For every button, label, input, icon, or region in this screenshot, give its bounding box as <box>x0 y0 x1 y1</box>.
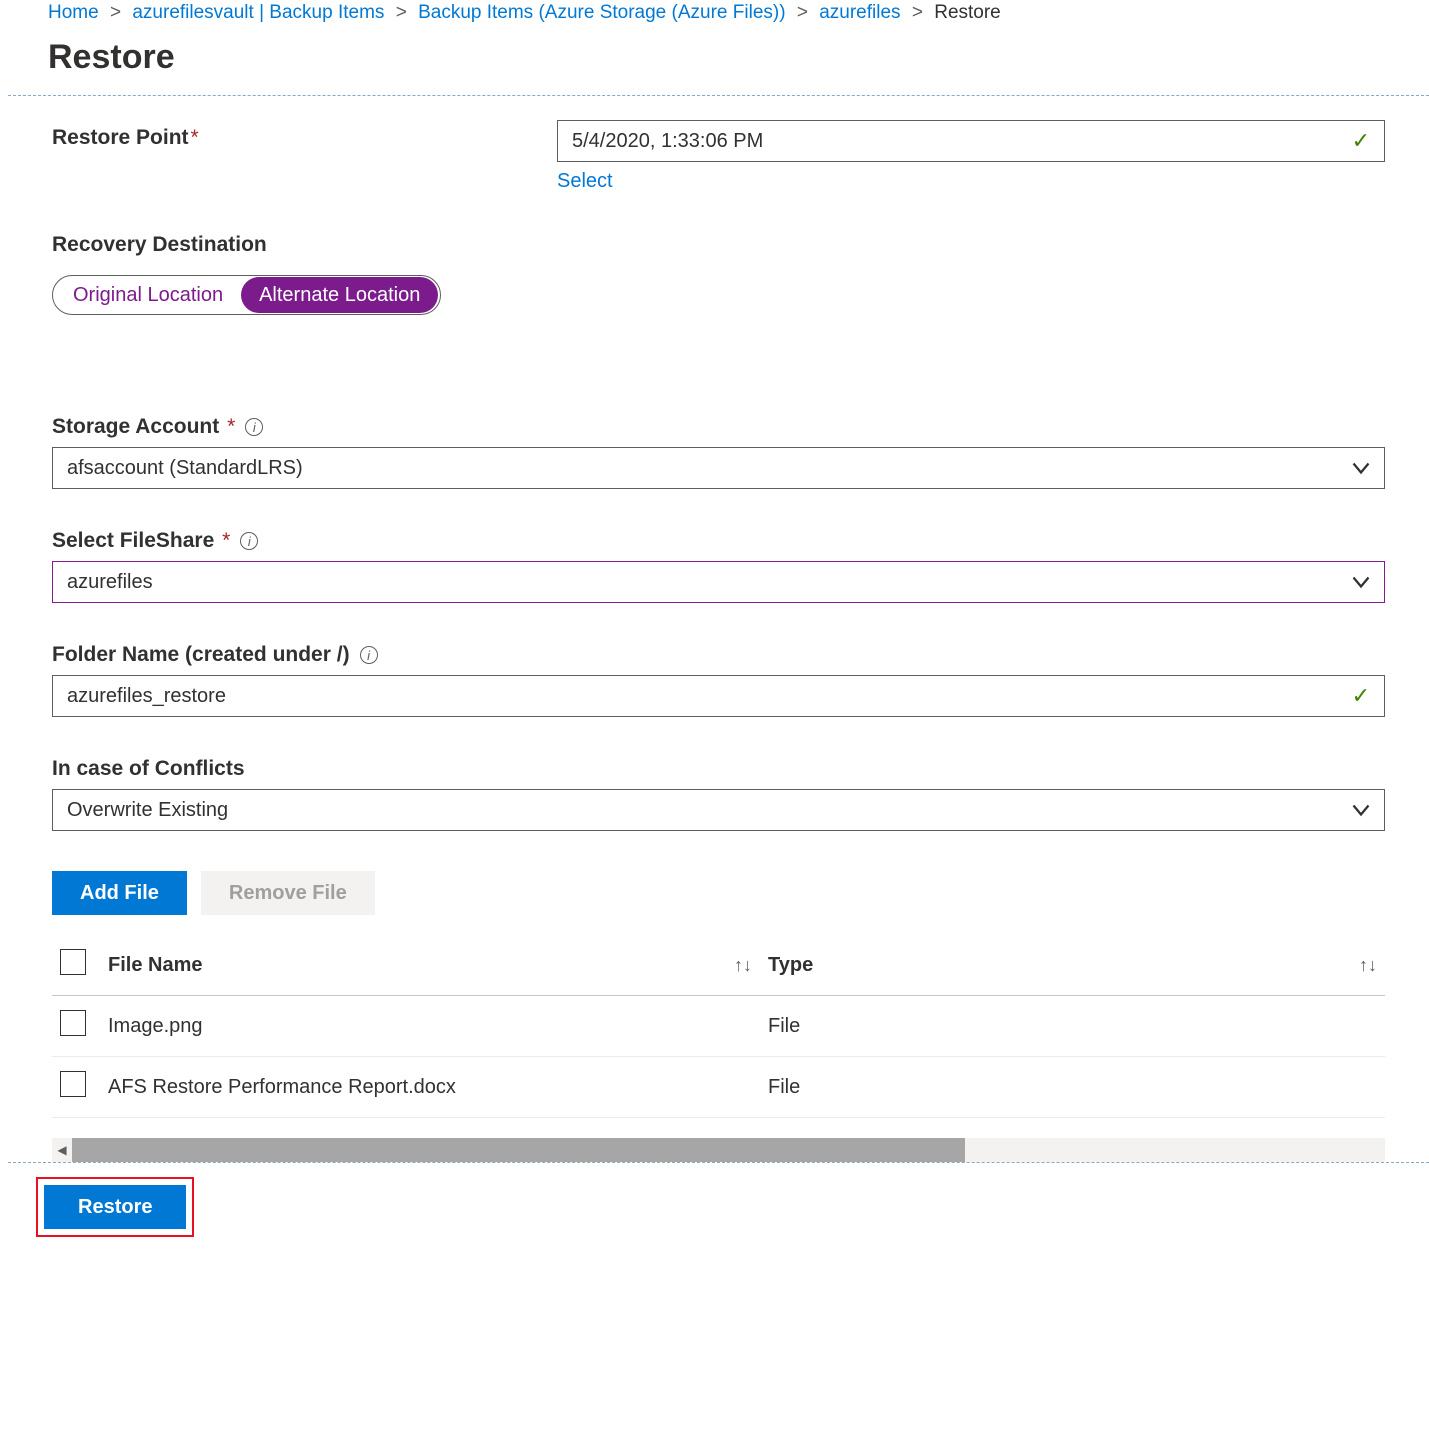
breadcrumb: Home > azurefilesvault | Backup Items > … <box>8 2 1429 32</box>
storage-account-dropdown[interactable]: afsaccount (StandardLRS) <box>52 447 1385 489</box>
file-table: File Name↑↓ Type↑↓ Image.png File AFS Re… <box>52 935 1385 1118</box>
breadcrumb-sep: > <box>110 2 121 23</box>
column-header-type[interactable]: Type↑↓ <box>760 935 1385 996</box>
select-all-checkbox[interactable] <box>60 949 86 975</box>
file-name-cell: Image.png <box>100 996 760 1057</box>
select-fileshare-dropdown[interactable]: azurefiles <box>52 561 1385 603</box>
breadcrumb-link-home[interactable]: Home <box>48 2 99 23</box>
info-icon[interactable]: i <box>360 646 378 664</box>
add-file-button[interactable]: Add File <box>52 871 187 915</box>
row-checkbox[interactable] <box>60 1071 86 1097</box>
row-checkbox[interactable] <box>60 1010 86 1036</box>
file-type-cell: File <box>760 996 1385 1057</box>
chevron-down-icon <box>1352 801 1370 819</box>
breadcrumb-link-vault[interactable]: azurefilesvault | Backup Items <box>132 2 384 23</box>
conflicts-label: In case of Conflicts <box>52 757 1385 781</box>
horizontal-scrollbar[interactable]: ◀ <box>52 1138 1385 1162</box>
column-header-filename[interactable]: File Name↑↓ <box>100 935 760 996</box>
recovery-destination-label: Recovery Destination <box>52 233 1385 257</box>
sort-icon: ↑↓ <box>734 955 752 976</box>
file-type-cell: File <box>760 1057 1385 1118</box>
sort-icon: ↑↓ <box>1359 955 1377 976</box>
restore-point-label: Restore Point* <box>52 120 557 150</box>
remove-file-button: Remove File <box>201 871 375 915</box>
breadcrumb-link-backup-items[interactable]: Backup Items (Azure Storage (Azure Files… <box>418 2 785 23</box>
breadcrumb-sep: > <box>797 2 808 23</box>
table-row[interactable]: Image.png File <box>52 996 1385 1057</box>
chevron-down-icon <box>1352 573 1370 591</box>
page-title: Restore <box>8 32 1429 96</box>
select-fileshare-label: Select FileShare * i <box>52 529 1385 553</box>
folder-name-input[interactable]: azurefiles_restore <box>52 675 1385 717</box>
info-icon[interactable]: i <box>240 532 258 550</box>
restore-point-input[interactable]: 5/4/2020, 1:33:06 PM <box>557 120 1385 162</box>
breadcrumb-current: Restore <box>934 2 1001 23</box>
table-row[interactable]: AFS Restore Performance Report.docx File <box>52 1057 1385 1118</box>
restore-button[interactable]: Restore <box>44 1185 186 1229</box>
breadcrumb-link-azurefiles[interactable]: azurefiles <box>819 2 900 23</box>
info-icon[interactable]: i <box>245 418 263 436</box>
restore-point-select-link[interactable]: Select <box>557 170 613 193</box>
storage-account-label: Storage Account * i <box>52 415 1385 439</box>
recovery-destination-toggle: Original Location Alternate Location <box>52 275 441 315</box>
breadcrumb-sep: > <box>396 2 407 23</box>
restore-button-highlight: Restore <box>36 1177 194 1237</box>
folder-name-label: Folder Name (created under /) i <box>52 643 1385 667</box>
toggle-original-location[interactable]: Original Location <box>55 277 241 313</box>
chevron-down-icon <box>1352 459 1370 477</box>
toggle-alternate-location[interactable]: Alternate Location <box>241 277 438 313</box>
conflicts-dropdown[interactable]: Overwrite Existing <box>52 789 1385 831</box>
breadcrumb-sep: > <box>912 2 923 23</box>
file-name-cell: AFS Restore Performance Report.docx <box>100 1057 760 1118</box>
scrollbar-thumb[interactable] <box>72 1138 965 1162</box>
scroll-left-icon[interactable]: ◀ <box>52 1143 72 1157</box>
